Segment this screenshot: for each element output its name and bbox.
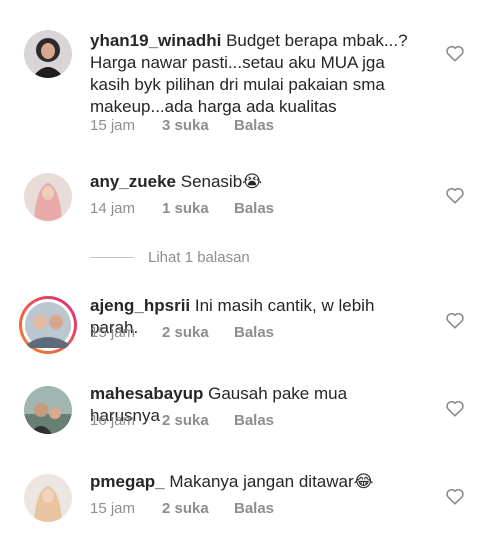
heart-outline-icon[interactable] [445,186,465,204]
avatar[interactable] [24,474,72,522]
heart-outline-icon[interactable] [445,487,465,505]
comment-meta: 16 jam 2 suka Balas [90,412,274,429]
comment-username[interactable]: yhan19_winadhi [90,31,221,50]
comment-time: 15 jam [90,500,136,517]
comment-meta: 15 jam 2 suka Balas [90,500,274,517]
comment-username[interactable]: ajeng_hpsrii [90,296,190,315]
avatar[interactable] [24,173,72,221]
reply-button[interactable]: Balas [234,324,274,341]
comment-likes[interactable]: 1 suka [162,200,234,217]
view-replies-label: Lihat 1 balasan [148,249,250,266]
comment-likes[interactable]: 3 suka [162,117,234,134]
avatar[interactable] [24,386,72,434]
divider-line [90,257,134,258]
comment-meta: 15 jam 2 suka Balas [90,324,274,341]
comment-username[interactable]: pmegap_ [90,472,165,491]
comment-body: Senasib😭 [180,172,263,191]
reply-button[interactable]: Balas [234,200,274,217]
comment-text-block: any_zueke Senasib😭 [90,171,420,193]
comment-username[interactable]: any_zueke [90,172,176,191]
comment-username[interactable]: mahesabayup [90,384,203,403]
reply-button[interactable]: Balas [234,117,274,134]
avatar-story-ring[interactable] [19,296,77,354]
comment-meta: 14 jam 1 suka Balas [90,200,274,217]
comment-text-block: pmegap_ Makanya jangan ditawar😂 [90,471,420,493]
heart-outline-icon[interactable] [445,44,465,62]
comment-time: 15 jam [90,324,136,341]
avatar[interactable] [24,30,72,78]
comment-likes[interactable]: 2 suka [162,412,234,429]
heart-outline-icon[interactable] [445,399,465,417]
comment-time: 15 jam [90,117,136,134]
comment-text-block: yhan19_winadhi Budget berapa mbak...? Ha… [90,30,420,118]
heart-outline-icon[interactable] [445,311,465,329]
comment-meta: 15 jam 3 suka Balas [90,117,274,134]
reply-button[interactable]: Balas [234,500,274,517]
comment-likes[interactable]: 2 suka [162,324,234,341]
comment-time: 14 jam [90,200,136,217]
comment-body: Makanya jangan ditawar😂 [169,472,374,491]
reply-button[interactable]: Balas [234,412,274,429]
comment-time: 16 jam [90,412,136,429]
comment-likes[interactable]: 2 suka [162,500,234,517]
